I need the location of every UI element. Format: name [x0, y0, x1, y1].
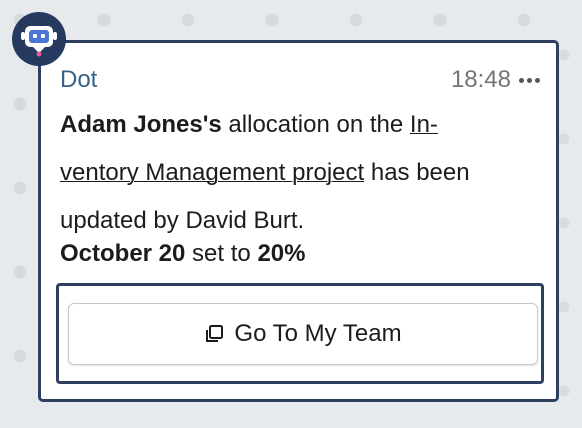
external-window-icon — [206, 325, 224, 342]
message-body: Adam Jones's allocation on the In-ventor… — [60, 101, 540, 245]
allocation-summary: October 20 set to 20% — [60, 240, 305, 268]
go-to-my-team-button[interactable]: Go To My Team — [68, 303, 538, 365]
bot-avatar — [12, 12, 66, 66]
person-name: Adam Jones's — [60, 111, 222, 138]
go-to-my-team-label: Go To My Team — [234, 320, 402, 347]
action-block: Go To My Team — [56, 283, 544, 384]
sender-name[interactable]: Dot — [60, 66, 97, 94]
message-meta: 18:48 — [451, 66, 542, 94]
allocation-date: October 20 — [60, 240, 186, 267]
message-timestamp[interactable]: 18:48 — [451, 66, 511, 94]
robot-bot-icon — [21, 26, 57, 57]
more-options-icon[interactable] — [517, 74, 542, 87]
message-text-3: updated by David Burt. — [60, 207, 305, 234]
allocation-summary-text: set to — [185, 240, 258, 267]
project-link-part-2[interactable]: ventory Management project — [60, 159, 364, 186]
allocation-value: 20% — [257, 240, 306, 267]
project-link-part-1[interactable]: In- — [410, 111, 438, 138]
message-text-2: has been — [364, 159, 470, 186]
message-card: Dot 18:48 Adam Jones's allocation on the… — [38, 40, 559, 402]
message-text-1: allocation on the — [221, 111, 410, 138]
